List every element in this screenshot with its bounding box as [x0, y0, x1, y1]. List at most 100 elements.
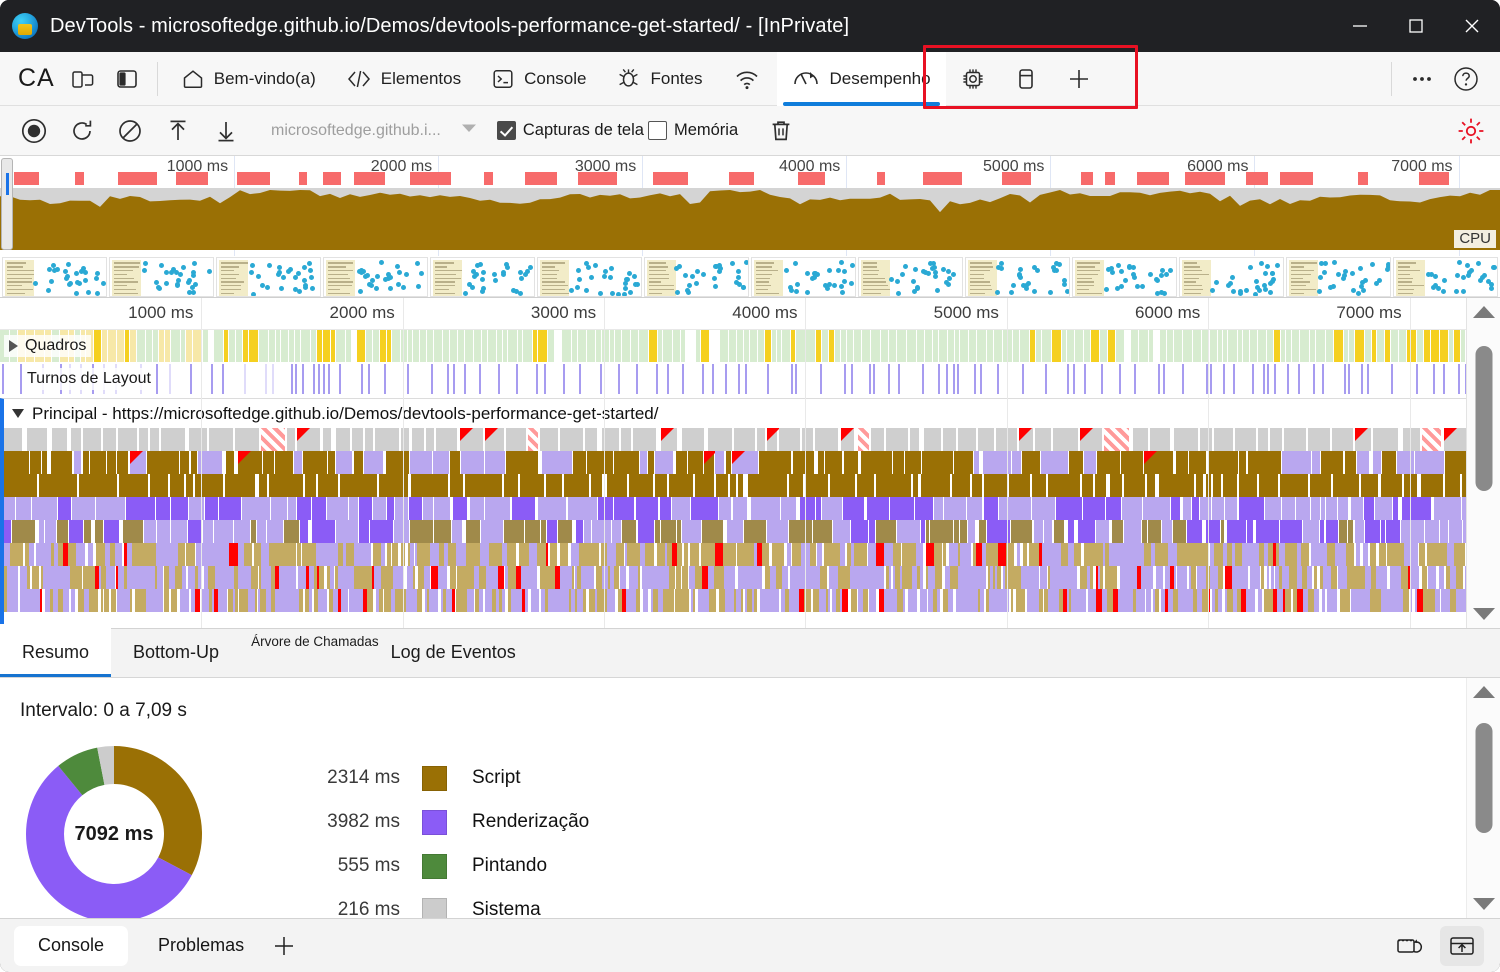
flame-event-block[interactable] [330, 566, 334, 589]
flame-event-block[interactable] [661, 520, 676, 543]
layout-shift-marker[interactable] [957, 364, 959, 394]
flame-event-block[interactable] [27, 566, 30, 589]
flame-event-block[interactable] [1213, 474, 1221, 497]
flame-row[interactable] [4, 474, 1466, 497]
flame-event-block[interactable] [275, 451, 293, 474]
flame-event-block[interactable] [1261, 566, 1264, 589]
frame-bar[interactable] [224, 330, 228, 362]
flame-event-block[interactable] [1040, 566, 1047, 589]
flame-event-block[interactable] [734, 428, 755, 451]
frame-bar[interactable] [108, 330, 116, 362]
frame-bar[interactable] [450, 330, 457, 362]
frame-bar[interactable] [1125, 330, 1130, 362]
flame-event-block[interactable] [671, 589, 674, 612]
layout-shift-marker[interactable] [745, 364, 747, 394]
flame-event-block[interactable] [242, 497, 270, 520]
flame-event-block[interactable] [76, 543, 83, 566]
flame-event-block[interactable] [716, 474, 728, 497]
frame-bar[interactable] [791, 330, 795, 362]
flame-event-block[interactable] [247, 543, 252, 566]
flame-event-block[interactable] [1142, 520, 1147, 543]
flame-event-block[interactable] [123, 520, 143, 543]
frame-bar[interactable] [1286, 330, 1291, 362]
flame-event-block[interactable] [1080, 566, 1087, 589]
frame-bar[interactable] [465, 330, 473, 362]
frame-bar[interactable] [1399, 330, 1406, 362]
layout-shift-marker[interactable] [464, 364, 466, 394]
frame-bar[interactable] [881, 330, 888, 362]
flame-event-block[interactable] [294, 451, 302, 474]
frame-bar[interactable] [854, 330, 861, 362]
flame-event-block[interactable] [95, 520, 103, 543]
frame-bar[interactable] [1334, 330, 1343, 362]
flame-event-block[interactable] [659, 566, 666, 589]
memory-checkbox[interactable] [648, 121, 667, 140]
flame-event-block[interactable] [1321, 497, 1325, 520]
flame-event-block[interactable] [949, 543, 956, 566]
flame-event-block[interactable] [1074, 543, 1081, 566]
flame-event-block[interactable] [858, 428, 869, 451]
flame-event-block[interactable] [309, 589, 312, 612]
flame-event-block[interactable] [512, 497, 535, 520]
frame-bar[interactable] [977, 330, 986, 362]
filmstrip-frame[interactable] [109, 257, 214, 297]
flame-event-block[interactable] [997, 566, 1001, 589]
flame-event-block[interactable] [259, 474, 267, 497]
flame-event-block[interactable] [1422, 566, 1427, 589]
frame-bar[interactable] [889, 330, 896, 362]
layout-shift-marker[interactable] [1119, 364, 1121, 394]
flame-event-block[interactable] [776, 543, 784, 566]
flame-event-block[interactable] [71, 428, 81, 451]
frame-bar[interactable] [1424, 330, 1430, 362]
tab-console[interactable]: Console [476, 52, 601, 106]
flame-event-block[interactable] [78, 566, 82, 589]
flame-event-block[interactable] [980, 589, 984, 612]
flame-event-block[interactable] [954, 520, 959, 543]
track-frames[interactable]: Quadros [0, 330, 1466, 362]
flame-event-block[interactable] [648, 451, 654, 474]
layout-shift-marker[interactable] [791, 364, 793, 394]
flame-event-block[interactable] [998, 543, 1006, 566]
frame-bar[interactable] [1300, 330, 1309, 362]
layout-shift-marker[interactable] [1163, 364, 1165, 394]
flame-event-block[interactable] [1122, 497, 1142, 520]
frame-bar[interactable] [1160, 330, 1166, 362]
flame-event-block[interactable] [1121, 451, 1143, 474]
flame-event-block[interactable] [540, 428, 558, 451]
flame-event-block[interactable] [851, 589, 857, 612]
flame-event-block[interactable] [807, 589, 811, 612]
flame-event-block[interactable] [1143, 497, 1170, 520]
flame-event-block[interactable] [655, 451, 673, 474]
flame-event-block[interactable] [713, 589, 716, 612]
frame-bar[interactable] [1310, 330, 1315, 362]
layout-shift-marker[interactable] [339, 364, 341, 394]
flame-event-block[interactable] [392, 543, 398, 566]
flame-event-block[interactable] [343, 566, 350, 589]
flame-event-block[interactable] [32, 497, 57, 520]
frame-bar[interactable] [1431, 330, 1439, 362]
frame-bar[interactable] [130, 330, 136, 362]
frame-bar[interactable] [289, 330, 294, 362]
flame-event-block[interactable] [312, 497, 326, 520]
frame-bar[interactable] [1062, 330, 1066, 362]
frame-bar[interactable] [427, 330, 433, 362]
flame-event-block[interactable] [424, 566, 430, 589]
flame-event-block[interactable] [1192, 497, 1199, 520]
flame-event-block[interactable] [130, 589, 132, 612]
flame-event-block[interactable] [349, 497, 358, 520]
flame-event-block[interactable] [592, 520, 611, 543]
frame-bar[interactable] [1167, 330, 1173, 362]
frame-bar[interactable] [102, 330, 107, 362]
flame-event-block[interactable] [733, 497, 747, 520]
layout-shift-marker[interactable] [368, 364, 370, 394]
flame-event-block[interactable] [312, 520, 335, 543]
flame-event-block[interactable] [828, 589, 830, 612]
flame-event-block[interactable] [1382, 451, 1396, 474]
frame-bar[interactable] [1223, 330, 1227, 362]
flame-event-block[interactable] [591, 474, 602, 497]
flame-event-block[interactable] [521, 543, 529, 566]
flame-event-block[interactable] [1303, 520, 1319, 543]
flame-event-block[interactable] [684, 543, 688, 566]
flame-event-block[interactable] [547, 520, 557, 543]
layout-shift-marker[interactable] [1210, 364, 1212, 394]
